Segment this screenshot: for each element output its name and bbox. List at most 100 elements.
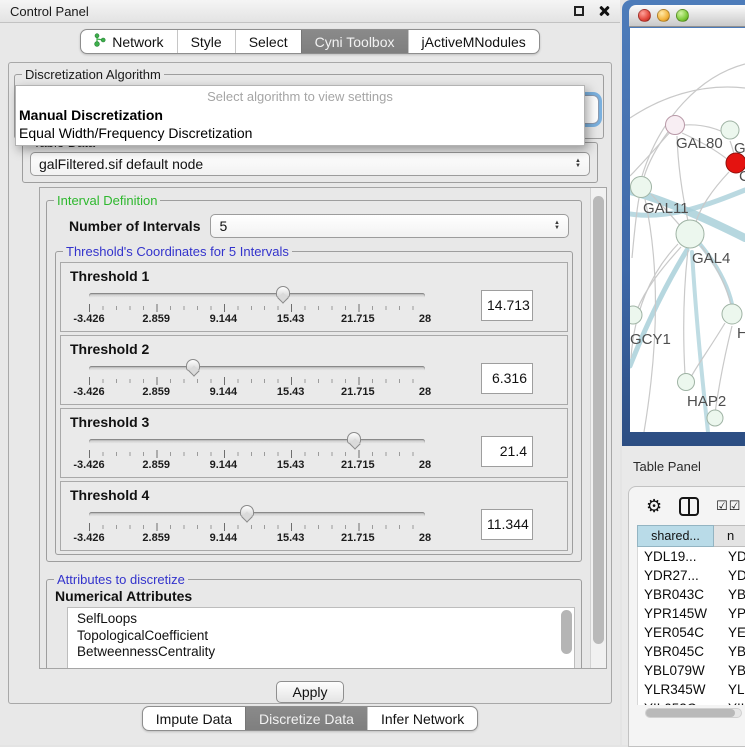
network-window-titlebar [629,5,745,27]
threshold-1-panel: Threshold 1 -3.426 2.859 9.144 [60,262,568,332]
number-of-intervals-value: 5 [219,218,227,234]
tab-impute-data[interactable]: Impute Data [143,707,245,730]
network-icon [94,30,106,54]
threshold-3-slider[interactable]: -3.426 2.859 9.144 15.43 21.715 28 [89,430,425,472]
numerical-attributes-label: Numerical Attributes [55,588,581,604]
attributes-list-scrollbar[interactable] [561,610,572,654]
node-gal80[interactable] [666,116,685,135]
node-label-gal11: GAL11 [643,200,689,217]
number-of-intervals-row: Number of Intervals 5 ▲▼ [69,214,569,238]
table-panel-body: ⚙ ☑☑ shared... n YDL19...YDL1 YDR27...YD… [628,486,745,747]
list-item[interactable]: SelfLoops [77,611,574,628]
zoom-traffic-light-icon[interactable] [676,9,689,22]
node-hap2[interactable] [678,374,695,391]
algorithm-option-equal-width[interactable]: Equal Width/Frequency Discretization [16,124,584,142]
table-horizontal-scrollbar[interactable] [645,708,742,718]
network-canvas[interactable]: GAL80 G C GAL11 GAL4 GCY1 H HAP2 [630,28,745,432]
node-h[interactable] [722,304,742,324]
column-header-shared-name[interactable]: shared... [637,525,714,547]
threshold-2-slider[interactable]: -3.426 2.859 9.144 15.43 21.715 28 [89,357,425,399]
tab-infer-network[interactable]: Infer Network [367,707,477,730]
table-row[interactable]: YLR345WYLR3 [638,680,745,699]
split-columns-icon[interactable] [679,497,699,516]
threshold-2-value-field[interactable]: 6.316 [481,363,533,394]
network-view-window: GAL80 G C GAL11 GAL4 GCY1 H HAP2 [622,0,745,446]
node-partial-bottom[interactable] [707,410,723,426]
threshold-4-panel: Threshold 4 -3.426 2.859 9.144 [60,481,568,551]
list-item[interactable]: BetweennessCentrality [77,644,574,661]
scrollbar-thumb[interactable] [593,196,604,644]
table-row[interactable]: YDL19...YDL1 [638,547,745,566]
slider-tick-labels: -3.426 2.859 9.144 15.43 21.715 28 [89,532,425,544]
node-label-g: G [734,140,745,157]
node-gal4[interactable] [676,220,704,248]
table-row[interactable]: YER054CYER0 [638,623,745,642]
slider-track [89,293,425,298]
threshold-1-slider[interactable]: -3.426 2.859 9.144 15.43 21.715 28 [89,284,425,326]
scrollbar-thumb[interactable] [646,709,735,717]
node-label-hap2: HAP2 [687,393,726,410]
table-header-row: shared... n [637,525,745,547]
node-label-h: H [737,325,745,342]
node-gal11[interactable] [631,177,652,198]
node-label-gal80: GAL80 [676,135,723,152]
table-rows: YDL19...YDL1 YDR27...YDR2 YBR043CYBR0 YP… [637,547,745,705]
threshold-1-value-field[interactable]: 14.713 [481,290,533,321]
threshold-3-slider-thumb[interactable] [347,432,361,444]
tab-infer-network-label: Infer Network [381,707,464,731]
minimize-traffic-light-icon[interactable] [657,9,670,22]
application: Control Panel Network St [0,0,745,745]
threshold-4-slider-thumb[interactable] [240,505,254,517]
node-g[interactable] [721,121,739,139]
node-label-gal4: GAL4 [692,250,730,267]
tab-cyni-toolbox[interactable]: Cyni Toolbox [301,30,408,53]
control-panel-window: Control Panel Network St [0,0,620,745]
threshold-1-slider-thumb[interactable] [276,286,290,298]
tab-style[interactable]: Style [177,30,235,53]
tab-style-label: Style [191,30,222,54]
threshold-3-value-field[interactable]: 21.4 [481,436,533,467]
float-window-icon[interactable] [574,6,584,16]
close-icon[interactable] [598,5,610,17]
slider-track [89,439,425,444]
table-row[interactable]: YIL052CYIL0 [638,699,745,705]
table-row[interactable]: YBL079WYBL0 [638,661,745,680]
table-toolbar: ⚙ ☑☑ [629,487,745,525]
gear-icon[interactable]: ⚙ [646,497,662,515]
stepper-arrows-icon: ▲▼ [546,221,560,231]
tab-select[interactable]: Select [235,30,301,53]
slider-tick-labels: -3.426 2.859 9.144 15.43 21.715 28 [89,313,425,325]
algorithm-option-manual[interactable]: Manual Discretization [16,106,584,124]
tab-impute-data-label: Impute Data [156,707,232,731]
table-row[interactable]: YDR27...YDR2 [638,566,745,585]
column-header-name[interactable]: n [714,525,745,547]
close-traffic-light-icon[interactable] [638,9,651,22]
tab-jactivemnodules[interactable]: jActiveMNodules [408,30,539,53]
number-of-intervals-combobox[interactable]: 5 ▲▼ [210,214,569,238]
select-columns-icon[interactable]: ☑☑ [716,498,741,514]
bottom-tab-bar: Impute Data Discretize Data Infer Networ… [0,706,620,731]
tab-discretize-data[interactable]: Discretize Data [245,707,367,730]
threshold-4-slider[interactable]: -3.426 2.859 9.144 15.43 21.715 28 [89,503,425,545]
apply-button[interactable]: Apply [276,681,344,703]
threshold-4-value-field[interactable]: 11.344 [481,509,533,540]
table-row[interactable]: YPR145WYPR1 [638,604,745,623]
algorithm-dropdown-popup: Select algorithm to view settings Manual… [15,85,585,146]
table-row[interactable]: YBR045CYBR0 [638,642,745,661]
tab-network[interactable]: Network [81,30,176,53]
table-row[interactable]: YBR043CYBR0 [638,585,745,604]
interval-definition-title: Interval Definition [54,193,160,208]
threshold-2-slider-thumb[interactable] [186,359,200,371]
settings-vertical-scrollbar[interactable] [590,188,606,668]
threshold-3-label: Threshold 3 [70,414,567,430]
numerical-attributes-list[interactable]: SelfLoops TopologicalCoefficient Between… [67,607,575,669]
list-item[interactable]: TopologicalCoefficient [77,628,574,645]
tab-cyni-toolbox-label: Cyni Toolbox [315,30,395,54]
table-data-combobox[interactable]: galFiltered.sif default node ▲▼ [30,152,590,176]
interval-definition-group: Interval Definition Number of Intervals … [46,193,582,562]
node-label-c: C [739,168,745,185]
control-panel-titlebar: Control Panel [0,0,620,23]
threshold-2-panel: Threshold 2 -3.426 2.859 9.144 [60,335,568,405]
slider-tick-labels: -3.426 2.859 9.144 15.43 21.715 28 [89,386,425,398]
threshold-1-label: Threshold 1 [70,268,567,284]
